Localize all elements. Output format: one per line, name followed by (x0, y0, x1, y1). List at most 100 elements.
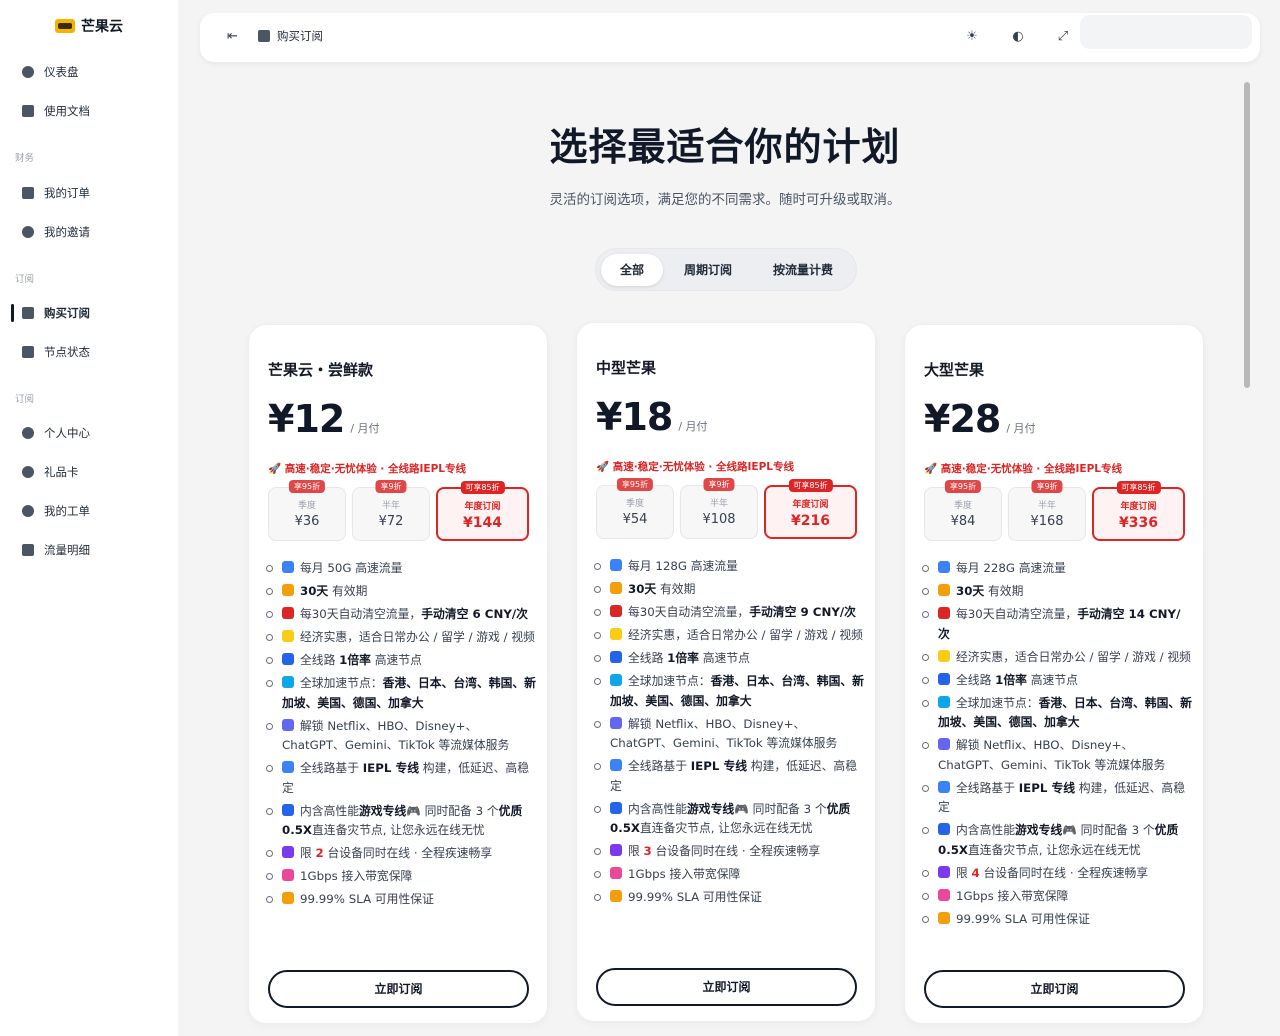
sidebar-item-tickets[interactable]: 我的工单 (22, 501, 90, 521)
lightbulb-icon (610, 628, 622, 640)
billing-amount: ¥336 (1119, 515, 1158, 531)
list-item: 全线路 1倍率 高速节点 (266, 651, 536, 671)
section-label-subscription: 订阅 (15, 274, 35, 285)
subscribe-button[interactable]: 立即订阅 (924, 970, 1185, 1008)
list-item: 解锁 Netflix、HBO、Disney+、ChatGPT、Gemini、Ti… (594, 715, 864, 754)
list-item: 每月 50G 高速流量 (266, 559, 536, 579)
plan-price: ¥28 (924, 397, 1001, 441)
lock-icon (282, 892, 294, 904)
discount-badge: 可享85折 (460, 481, 505, 494)
sidebar-item-node-status[interactable]: 节点状态 (22, 342, 90, 362)
billing-option[interactable]: 享95折 季度 ¥36 (268, 480, 346, 541)
list-item: 全线路基于 IEPL 专线 构建，低延迟、高稳定 (922, 779, 1192, 818)
discount-badge: 享9折 (375, 480, 407, 493)
hero-title: 选择最适合你的计划 (549, 125, 901, 169)
sidebar-item-orders[interactable]: 我的订单 (22, 183, 90, 203)
shield-icon (938, 780, 950, 793)
server-icon (22, 346, 34, 358)
discount-badge: 享9折 (1031, 480, 1063, 493)
lock-icon (610, 890, 622, 902)
sidebar-item-invite[interactable]: 我的邀请 (22, 222, 90, 242)
train-icon (610, 651, 622, 663)
user-menu[interactable] (1080, 15, 1252, 49)
globe-icon (610, 674, 622, 686)
bar-chart-icon (282, 561, 294, 573)
tv-icon (938, 738, 950, 750)
subscribe-button[interactable]: 立即订阅 (596, 968, 857, 1006)
tv-icon (610, 716, 622, 729)
billing-option[interactable]: 享95折 季度 ¥84 (924, 480, 1002, 541)
list-item: 99.99% SLA 可用性保证 (266, 890, 536, 910)
billing-option[interactable]: 可享85折 年度订阅 ¥144 (436, 481, 529, 541)
discount-badge: 享95折 (616, 478, 654, 491)
hourglass-icon (610, 582, 622, 594)
sidebar-item-traffic[interactable]: 流量明细 (22, 540, 90, 560)
billing-amount: ¥168 (1030, 514, 1064, 529)
list-item: 30天 有效期 (922, 582, 1192, 602)
sidebar-item-label: 仪表盘 (44, 65, 79, 79)
sidebar-item-gift-card[interactable]: 礼品卡 (22, 462, 79, 482)
list-item: 99.99% SLA 可用性保证 (594, 888, 864, 908)
billing-amount: ¥216 (791, 513, 830, 529)
sidebar-item-label: 节点状态 (44, 345, 90, 359)
breadcrumb: 购买订阅 (258, 28, 323, 44)
sidebar-item-label: 我的订单 (44, 186, 90, 200)
sidebar-item-dashboard[interactable]: 仪表盘 (22, 62, 79, 82)
billing-period: 半年 (381, 501, 400, 511)
tv-icon (282, 718, 294, 731)
list-item: 每30天自动清空流量，手动清空 9 CNY/次 (594, 603, 864, 623)
list-item: 99.99% SLA 可用性保证 (922, 910, 1192, 930)
sidebar-item-purchase[interactable]: 购买订阅 (22, 303, 90, 323)
discount-badge: 可享85折 (1116, 481, 1161, 494)
billing-option[interactable]: 可享85折 年度订阅 ¥216 (764, 479, 857, 539)
shop-icon (22, 307, 34, 319)
lightbulb-icon (938, 649, 950, 662)
billing-option[interactable]: 享9折 半年 ¥108 (680, 478, 758, 539)
brand[interactable]: 芒果云 (0, 16, 178, 36)
page-title: 购买订阅 (277, 29, 323, 43)
plan-card: 大型芒果 ¥28 / 月付 🚀 高速·稳定·无忧体验 · 全线路IEPL专线 享… (904, 324, 1204, 1024)
sidebar-item-docs[interactable]: 使用文档 (22, 101, 90, 121)
section-label-finance: 财务 (15, 153, 35, 164)
promo-text: 🚀 高速·稳定·无忧体验 · 全线路IEPL专线 (596, 461, 794, 473)
theme-toggle-icon[interactable]: ☀ (965, 30, 979, 44)
shield-icon (938, 823, 950, 835)
list-item: 30天 有效期 (594, 580, 864, 600)
list-item: 内含高性能游戏专线🎮 同时配备 3 个优质0.5X直连备灾节点, 让您永远在线无… (594, 800, 864, 839)
list-item: 30天 有效期 (266, 582, 536, 602)
rocket-icon (282, 869, 294, 881)
tab-all[interactable]: 全部 (601, 254, 663, 286)
broom-icon (282, 607, 294, 619)
billing-period: 季度 (953, 501, 972, 511)
bar-chart-icon (610, 559, 622, 571)
shield-icon (610, 759, 622, 771)
sidebar-item-profile[interactable]: 个人中心 (22, 423, 90, 443)
list-item: 限 3 台设备同时在线 · 全程疾速畅享 (594, 842, 864, 862)
billing-option[interactable]: 享95折 季度 ¥54 (596, 478, 674, 539)
billing-amount: ¥108 (702, 512, 736, 527)
list-item: 解锁 Netflix、HBO、Disney+、ChatGPT、Gemini、Ti… (922, 736, 1192, 775)
billing-option[interactable]: 可享85折 年度订阅 ¥336 (1092, 481, 1185, 541)
tab-traffic[interactable]: 按流量计费 (756, 254, 850, 286)
billing-option[interactable]: 享9折 半年 ¥72 (352, 480, 430, 541)
subscribe-button[interactable]: 立即订阅 (268, 970, 529, 1008)
rocket-icon (610, 867, 622, 879)
tab-periodic[interactable]: 周期订阅 (668, 254, 748, 286)
globe-icon (938, 695, 950, 708)
fullscreen-icon[interactable]: ⤢ (1056, 30, 1070, 44)
billing-period: 年度订阅 (792, 500, 829, 510)
phone-icon (610, 844, 622, 856)
discount-badge: 享95折 (944, 480, 982, 493)
list-item: 每30天自动清空流量，手动清空 6 CNY/次 (266, 605, 536, 625)
billing-option[interactable]: 享9折 半年 ¥168 (1008, 480, 1086, 541)
collapse-menu-icon[interactable]: ⇤ (227, 30, 241, 44)
sidebar-item-label: 礼品卡 (44, 465, 79, 479)
billing-amount: ¥72 (378, 514, 404, 529)
language-icon[interactable]: ◐ (1011, 30, 1025, 44)
plan-name: 中型芒果 (596, 359, 657, 377)
list-item: 解锁 Netflix、HBO、Disney+、ChatGPT、Gemini、Ti… (266, 717, 536, 756)
price-unit: / 月付 (1006, 422, 1036, 435)
sidebar-item-label: 购买订阅 (44, 306, 90, 320)
plan-price: ¥18 (596, 395, 673, 439)
list-item: 每月 128G 高速流量 (594, 557, 864, 577)
